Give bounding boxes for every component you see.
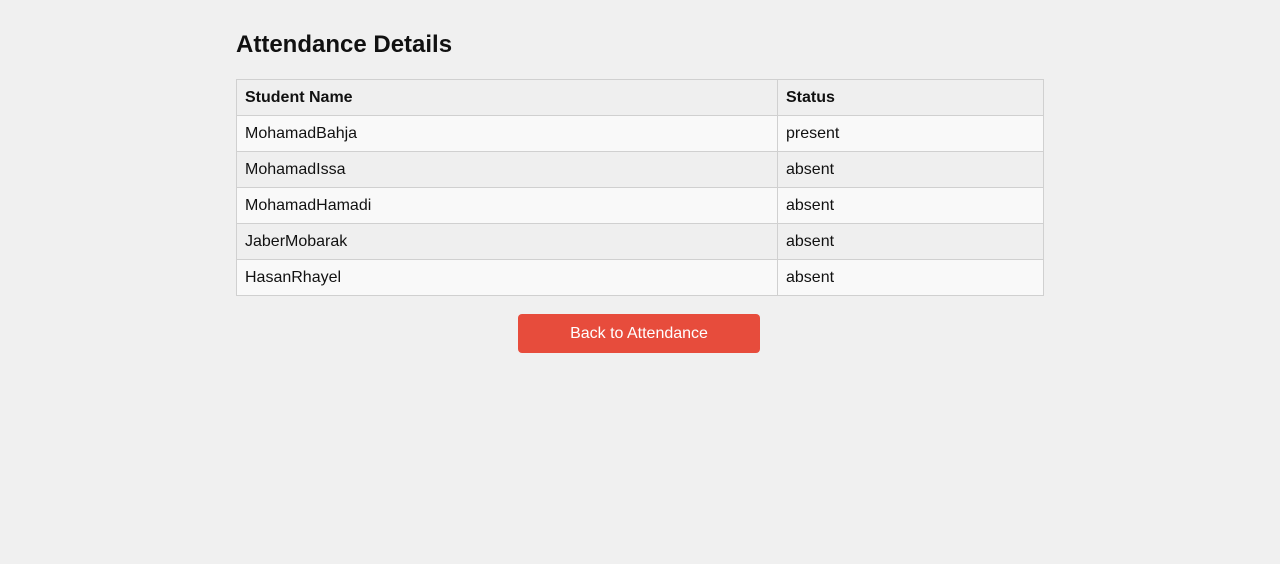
page-title: Attendance Details xyxy=(236,31,453,58)
student-name-cell: MohamadIssa xyxy=(236,151,778,188)
table-row: MohamadHamadi absent xyxy=(236,187,1044,224)
student-name-cell: HasanRhayel xyxy=(236,259,778,296)
column-header-status: Status xyxy=(777,79,1044,116)
attendance-table: Student Name Status MohamadBahja present… xyxy=(236,79,1044,296)
attendance-details-panel: Attendance Details Student Name Status M… xyxy=(236,30,1044,296)
student-name-cell: MohamadHamadi xyxy=(236,187,778,224)
status-cell: absent xyxy=(777,151,1044,188)
status-cell: absent xyxy=(777,259,1044,296)
status-cell: present xyxy=(777,115,1044,152)
student-name-cell: MohamadBahja xyxy=(236,115,778,152)
table-row: HasanRhayel absent xyxy=(236,259,1044,296)
table-row: JaberMobarak absent xyxy=(236,223,1044,260)
actions-bar: Back to Attendance xyxy=(518,314,760,353)
table-header-row: Student Name Status xyxy=(236,79,1044,116)
table-row: MohamadIssa absent xyxy=(236,151,1044,188)
table-row: MohamadBahja present xyxy=(236,115,1044,152)
student-name-cell: JaberMobarak xyxy=(236,223,778,260)
back-to-attendance-button[interactable]: Back to Attendance xyxy=(518,314,760,353)
status-cell: absent xyxy=(777,223,1044,260)
column-header-student-name: Student Name xyxy=(236,79,778,116)
status-cell: absent xyxy=(777,187,1044,224)
